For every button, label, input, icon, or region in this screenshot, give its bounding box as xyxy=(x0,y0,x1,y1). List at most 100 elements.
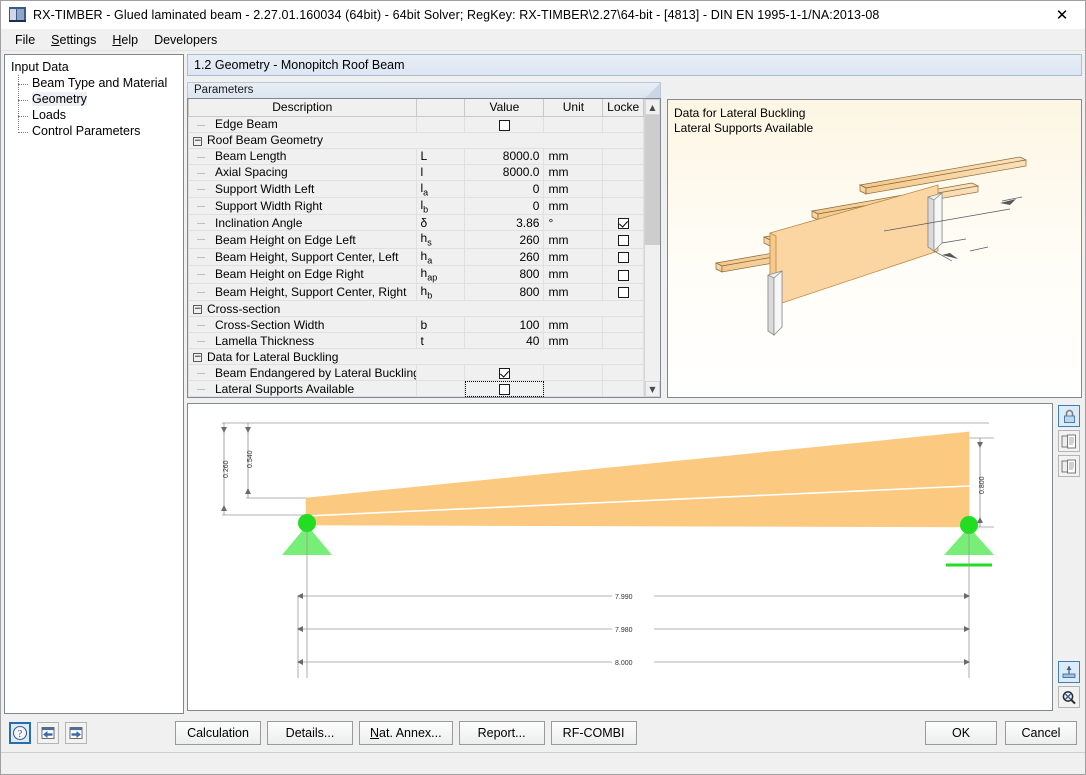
status-bar xyxy=(1,752,1085,774)
table-row[interactable]: Cross-Section Width b 100 mm xyxy=(188,316,644,334)
paste-icon[interactable] xyxy=(1058,455,1080,477)
row-lock[interactable] xyxy=(602,316,644,334)
previous-page-icon[interactable] xyxy=(37,722,59,744)
lock-checkbox[interactable] xyxy=(617,252,629,264)
table-row[interactable]: Beam Length L 8000.0 mm xyxy=(188,147,644,165)
tree-root-input-data[interactable]: Input Data xyxy=(9,59,181,75)
table-row[interactable]: Inclination Angle δ 3.86 ° xyxy=(188,214,644,232)
table-row[interactable]: Beam Endangered by Lateral Buckling xyxy=(188,364,644,382)
report-button[interactable]: Report... xyxy=(458,721,545,745)
row-value[interactable] xyxy=(464,115,545,133)
lock-checkbox[interactable] xyxy=(617,287,629,299)
sidebar-item-control-parameters[interactable]: Control Parameters xyxy=(18,123,181,139)
scroll-down-button[interactable]: ▼ xyxy=(645,381,660,397)
row-lock[interactable] xyxy=(602,147,644,165)
row-unit: mm xyxy=(543,316,604,334)
table-row[interactable]: Support Width Left la 0 mm xyxy=(188,179,644,199)
table-row[interactable]: Beam Height on Edge Left hs 260 mm xyxy=(188,230,644,249)
help-info-icon[interactable]: ? xyxy=(9,722,31,744)
row-symbol: b xyxy=(415,316,466,334)
ok-button[interactable]: OK xyxy=(925,721,997,745)
col-locked[interactable]: Locke xyxy=(602,99,644,117)
sidebar-item-beam-type-and-material[interactable]: Beam Type and Material xyxy=(18,75,181,91)
col-symbol[interactable] xyxy=(415,99,466,117)
table-row[interactable]: Edge Beam xyxy=(188,115,644,133)
table-group-row[interactable]: − Data for Lateral Buckling xyxy=(188,348,644,366)
measure-icon[interactable] xyxy=(1058,661,1080,683)
table-group-row[interactable]: − Roof Beam Geometry xyxy=(188,131,644,149)
row-value[interactable] xyxy=(464,380,545,397)
row-lock[interactable] xyxy=(602,265,644,284)
details-button[interactable]: Details... xyxy=(267,721,353,745)
row-symbol: t xyxy=(415,332,466,350)
row-symbol: hs xyxy=(415,230,466,249)
sidebar-item-loads[interactable]: Loads xyxy=(18,107,181,123)
row-lock[interactable] xyxy=(602,247,644,267)
row-lock[interactable] xyxy=(602,332,644,350)
table-row[interactable]: Lamella Thickness t 40 mm xyxy=(188,332,644,350)
calculation-button[interactable]: Calculation xyxy=(175,721,261,745)
table-row[interactable]: Beam Height, Support Center, Right hb 800 m… xyxy=(188,282,644,302)
scroll-up-button[interactable]: ▲ xyxy=(645,99,660,116)
table-group-row[interactable]: − Cross-section xyxy=(188,300,644,318)
row-lock[interactable] xyxy=(602,380,644,397)
value-checkbox[interactable] xyxy=(498,383,510,395)
row-value[interactable]: 0 xyxy=(464,179,545,199)
value-checkbox[interactable] xyxy=(498,367,510,379)
dim-vertical-left-inner: 0.540 xyxy=(247,450,254,468)
row-lock[interactable] xyxy=(602,282,644,302)
table-row[interactable]: Beam Height, Support Center, Left ha 260 mm xyxy=(188,247,644,267)
row-lock[interactable] xyxy=(602,179,644,199)
sidebar-item-geometry[interactable]: Geometry xyxy=(18,91,181,107)
row-value[interactable]: 0 xyxy=(464,197,545,216)
row-value[interactable]: 3.86 xyxy=(464,214,545,232)
menu-developers[interactable]: Developers xyxy=(146,31,225,49)
beam-diagram-panel[interactable]: 0.260 0.540 0.800 7.990 7.980 8.000 xyxy=(187,403,1053,711)
table-row[interactable]: Axial Spacing l 8000.0 mm xyxy=(188,163,644,181)
table-row[interactable]: Support Width Right lb 0 mm xyxy=(188,197,644,216)
row-lock[interactable] xyxy=(602,364,644,382)
scrollbar-track[interactable] xyxy=(645,115,660,381)
table-row[interactable]: Beam Height on Edge Right hap 800 mm xyxy=(188,265,644,284)
row-value[interactable]: 100 xyxy=(464,316,545,334)
col-description[interactable]: Description xyxy=(188,99,417,117)
collapse-expander-icon[interactable]: − xyxy=(193,304,202,314)
scrollbar-thumb[interactable] xyxy=(645,115,660,246)
lock-checkbox[interactable] xyxy=(617,234,629,246)
value-checkbox[interactable] xyxy=(498,119,510,131)
row-value[interactable]: 8000.0 xyxy=(464,147,545,165)
lock-checkbox[interactable] xyxy=(617,218,629,230)
row-value[interactable]: 260 xyxy=(464,230,545,249)
parameters-scrollbar[interactable]: ▲ ▼ xyxy=(644,99,660,397)
row-lock[interactable] xyxy=(602,214,644,232)
row-lock[interactable] xyxy=(602,230,644,249)
row-lock[interactable] xyxy=(602,197,644,216)
parameters-table: Description Value Unit Locke Edge Beam − R… xyxy=(188,99,644,397)
cancel-button[interactable]: Cancel xyxy=(1005,721,1077,745)
lock-checkbox[interactable] xyxy=(617,269,629,281)
row-value[interactable] xyxy=(464,364,545,382)
collapse-expander-icon[interactable]: − xyxy=(193,352,202,362)
row-lock[interactable] xyxy=(602,115,644,133)
row-value[interactable]: 8000.0 xyxy=(464,163,545,181)
col-unit[interactable]: Unit xyxy=(543,99,604,117)
close-window-button[interactable]: ✕ xyxy=(1039,1,1085,29)
menu-file[interactable]: File xyxy=(7,31,43,49)
row-value[interactable]: 40 xyxy=(464,332,545,350)
next-page-icon[interactable] xyxy=(65,722,87,744)
collapse-expander-icon[interactable]: − xyxy=(193,136,202,146)
preview-3d-panel[interactable]: Data for Lateral Buckling Lateral Suppor… xyxy=(667,99,1082,398)
lock-icon[interactable] xyxy=(1058,405,1080,427)
menu-settings[interactable]: Settings xyxy=(43,31,104,49)
zoom-reset-icon[interactable] xyxy=(1058,686,1080,708)
row-value[interactable]: 800 xyxy=(464,282,545,302)
row-value[interactable]: 260 xyxy=(464,247,545,267)
col-value[interactable]: Value xyxy=(464,99,545,117)
row-lock[interactable] xyxy=(602,163,644,181)
table-row[interactable]: Lateral Supports Available xyxy=(188,380,644,397)
rf-combi-button[interactable]: RF-COMBI xyxy=(550,721,637,745)
copy-icon[interactable] xyxy=(1058,430,1080,452)
nat-annex-button[interactable]: Nat. Annex... xyxy=(359,721,453,745)
row-value[interactable]: 800 xyxy=(464,265,545,284)
menu-help[interactable]: Help xyxy=(104,31,146,49)
